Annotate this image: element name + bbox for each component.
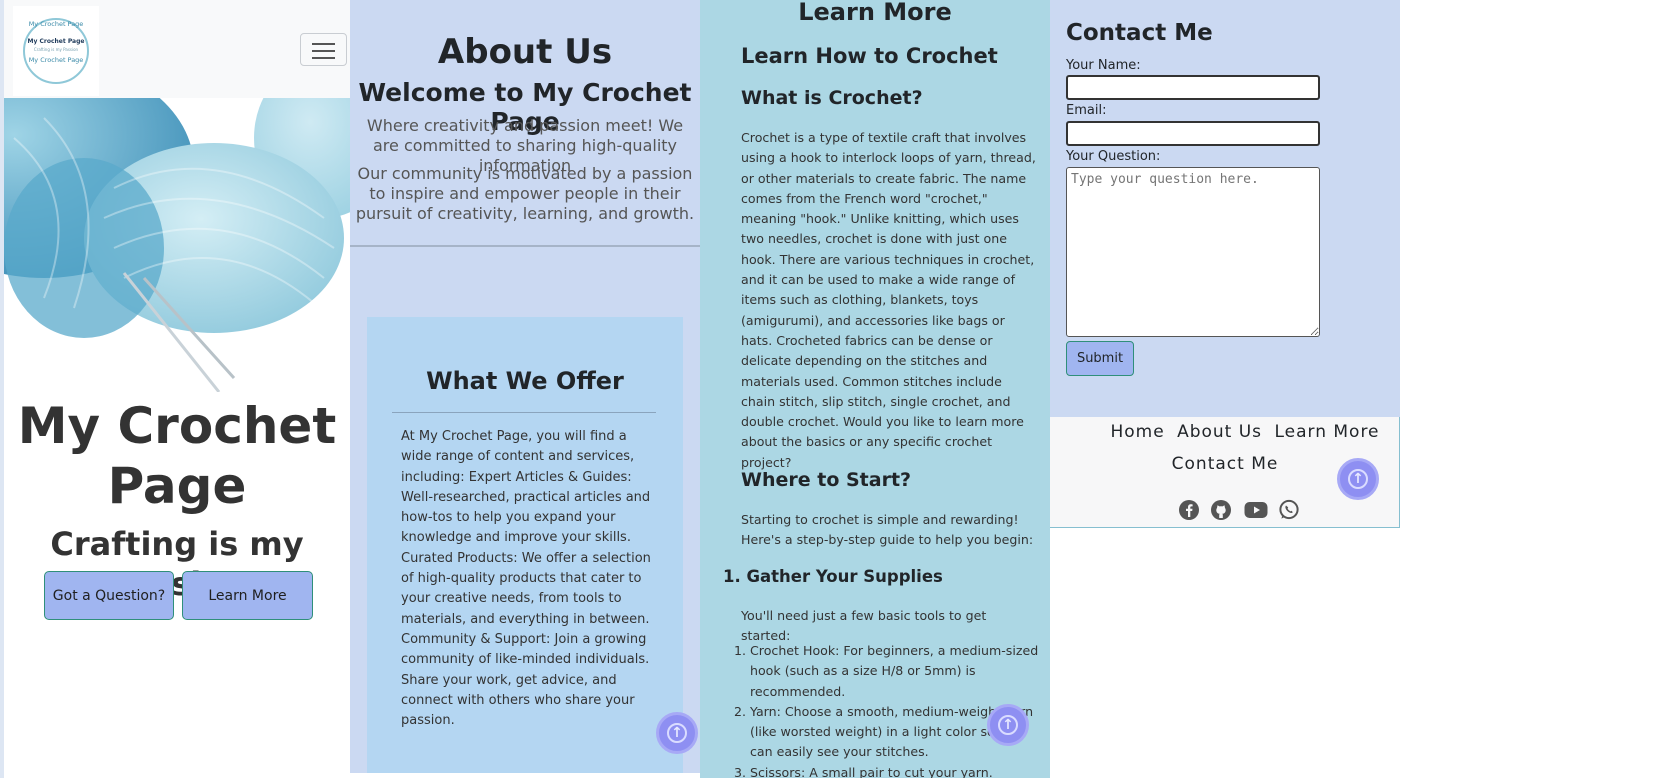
learn-more-title: Learn More — [798, 0, 952, 26]
scroll-to-top-button[interactable]: ↑ — [656, 712, 698, 754]
email-label: Email: — [1066, 103, 1107, 118]
submit-button[interactable]: Submit — [1066, 341, 1134, 376]
site-logo[interactable]: My Crochet Page My Crochet Page Crafting… — [13, 6, 99, 96]
about-section: About Us Welcome to My Crochet Page Wher… — [350, 0, 700, 773]
logo-center-text: My Crochet Page — [27, 38, 85, 45]
offer-divider — [392, 412, 656, 413]
footer-link-contact[interactable]: Contact Me — [1172, 454, 1279, 474]
list-item: Scissors: A small pair to cut your yarn. — [750, 763, 1044, 778]
email-field[interactable] — [1066, 121, 1320, 146]
offer-title: What We Offer — [426, 367, 624, 395]
where-to-start-heading: Where to Start? — [741, 469, 912, 491]
gather-supplies-heading: 1. Gather Your Supplies — [723, 567, 943, 586]
contact-title: Contact Me — [1066, 20, 1213, 46]
youtube-icon[interactable] — [1244, 499, 1268, 521]
facebook-icon[interactable] — [1178, 499, 1200, 521]
scroll-to-top-button[interactable]: ↑ — [987, 704, 1029, 746]
arrow-up-icon: ↑ — [1002, 717, 1014, 733]
navbar: My Crochet Page My Crochet Page Crafting… — [4, 0, 350, 98]
hamburger-menu-icon[interactable] — [300, 33, 347, 66]
menu-bar-3 — [312, 57, 335, 59]
logo-ring-bottom-text: My Crochet Page — [28, 56, 84, 64]
logo-tagline-text: Crafting is my Passion — [33, 47, 79, 52]
yarn-hero-image — [4, 98, 350, 392]
footer-link-home[interactable]: Home — [1110, 422, 1164, 442]
footer-link-about[interactable]: About Us — [1177, 422, 1262, 442]
yarn-illustration — [4, 98, 350, 392]
contact-section: Contact Me Your Name: Email: Your Questi… — [1050, 0, 1400, 417]
whatsapp-icon[interactable] — [1278, 499, 1300, 521]
learn-how-heading: Learn How to Crochet — [741, 44, 998, 68]
github-icon[interactable] — [1210, 499, 1232, 521]
about-paragraph-2: Our community is motivated by a passion … — [355, 164, 695, 223]
footer-nav: Home About Us Learn More — [1050, 422, 1400, 442]
about-title: About Us — [437, 32, 613, 72]
footer-link-learn-more[interactable]: Learn More — [1274, 422, 1379, 442]
footer: Home About Us Learn More Contact Me ↑ — [1050, 417, 1400, 528]
name-label: Your Name: — [1066, 58, 1141, 73]
list-item: Crochet Hook: For beginners, a medium-si… — [750, 641, 1044, 702]
question-label: Your Question: — [1066, 149, 1161, 164]
home-section: My Crochet Page My Crochet Page Crafting… — [0, 0, 350, 778]
offer-text: At My Crochet Page, you will find a wide… — [401, 429, 651, 729]
what-is-crochet-text: Crochet is a type of textile craft that … — [741, 130, 1036, 470]
where-to-start-text: Starting to crochet is simple and reward… — [741, 512, 1034, 548]
menu-bar-2 — [312, 50, 335, 52]
logo-ring-top-text: My Crochet Page — [28, 20, 84, 28]
what-we-offer-card: What We Offer At My Crochet Page, you wi… — [367, 317, 698, 773]
learn-more-section: Learn More Learn How to Crochet What is … — [700, 0, 1050, 778]
got-a-question-button[interactable]: Got a Question? — [44, 571, 174, 620]
menu-bar-1 — [312, 43, 335, 45]
about-divider — [350, 245, 700, 247]
what-is-crochet-heading: What is Crochet? — [741, 87, 923, 109]
question-field[interactable] — [1066, 167, 1320, 337]
scroll-to-top-button[interactable]: ↑ — [1337, 458, 1379, 500]
arrow-up-icon: ↑ — [1352, 471, 1364, 487]
name-field[interactable] — [1066, 75, 1320, 100]
social-links — [1178, 499, 1299, 523]
learn-more-button[interactable]: Learn More — [182, 571, 313, 620]
hero-title: My Crochet Page — [17, 397, 337, 515]
arrow-up-icon: ↑ — [671, 725, 683, 741]
